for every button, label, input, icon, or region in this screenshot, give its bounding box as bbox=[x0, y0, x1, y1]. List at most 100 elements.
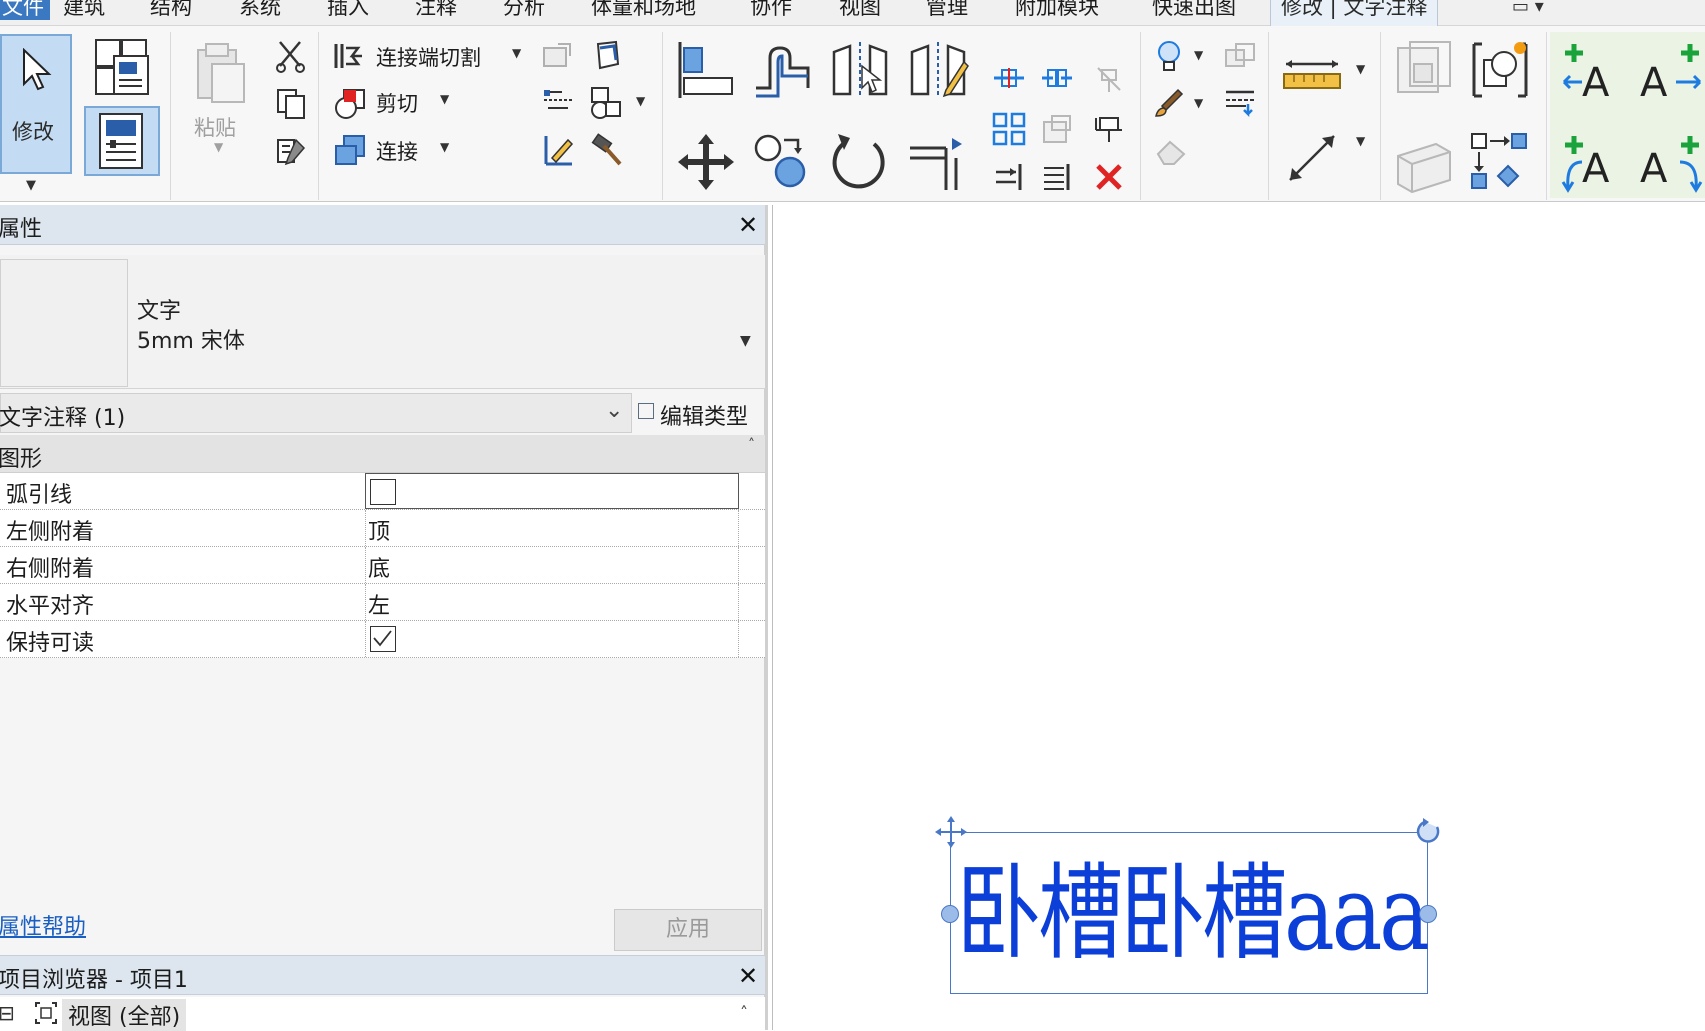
split-element-icon[interactable] bbox=[992, 66, 1026, 90]
add-left-straight-leader-icon[interactable]: A bbox=[1560, 40, 1628, 104]
select-dropdown-arrow[interactable]: ▼ bbox=[26, 178, 36, 193]
create-group-icon[interactable] bbox=[1468, 38, 1532, 102]
tab-manage[interactable]: 管理 bbox=[926, 0, 968, 20]
tab-collaborate[interactable]: 协作 bbox=[750, 0, 792, 20]
trim-extend-corner-icon[interactable] bbox=[906, 130, 970, 194]
paint-icon[interactable] bbox=[588, 84, 634, 122]
tab-massing-site[interactable]: 体量和场地 bbox=[591, 0, 696, 20]
tab-insert[interactable]: 插入 bbox=[327, 0, 369, 20]
param-value-right-attachment[interactable]: 底 bbox=[365, 547, 739, 583]
join-geometry-label[interactable]: 连接 bbox=[376, 136, 418, 166]
cut-geometry-dropdown-arrow[interactable]: ▼ bbox=[440, 92, 449, 106]
param-value-horizontal-align[interactable]: 左 bbox=[365, 584, 739, 620]
ribbon-display-toggle[interactable]: ▭ ▾ bbox=[1512, 0, 1544, 17]
mirror-draw-axis-icon[interactable] bbox=[906, 38, 970, 102]
hammer-icon[interactable] bbox=[590, 132, 626, 168]
scale-icon[interactable] bbox=[1040, 112, 1074, 146]
type-properties-icon[interactable] bbox=[92, 36, 154, 98]
measure-dropdown-arrow[interactable]: ▼ bbox=[1356, 62, 1365, 76]
offset-icon[interactable] bbox=[750, 38, 814, 102]
cope-label[interactable]: 连接端切割 bbox=[376, 42, 481, 72]
measure-ruler-icon[interactable] bbox=[1280, 56, 1344, 96]
eraser-icon[interactable] bbox=[1152, 134, 1188, 168]
move-icon[interactable] bbox=[674, 130, 738, 194]
split-with-gap-icon[interactable] bbox=[1040, 66, 1074, 90]
pin-icon[interactable] bbox=[1092, 112, 1126, 146]
mirror-pick-axis-icon[interactable] bbox=[828, 38, 892, 102]
type-selector-dropdown-icon[interactable]: ▼ bbox=[740, 333, 751, 349]
cope-dropdown-arrow[interactable]: ▼ bbox=[512, 46, 521, 60]
tab-systems[interactable]: 系统 bbox=[239, 0, 281, 20]
aligned-dimension-icon[interactable] bbox=[1280, 126, 1344, 190]
project-browser-close-icon[interactable]: ✕ bbox=[738, 964, 758, 988]
move-handle-icon[interactable] bbox=[934, 815, 968, 849]
dimension-dropdown-arrow[interactable]: ▼ bbox=[1356, 134, 1365, 148]
align-icon[interactable] bbox=[674, 38, 738, 102]
create-parts-icon[interactable] bbox=[1392, 38, 1456, 102]
cut-scissors-icon[interactable] bbox=[274, 38, 308, 74]
modify-button[interactable]: 修改 bbox=[0, 34, 72, 174]
param-value-arc-leaders[interactable] bbox=[365, 473, 739, 509]
cope-icon[interactable] bbox=[332, 40, 368, 72]
tab-analyze[interactable]: 分析 bbox=[503, 0, 545, 20]
drawing-canvas[interactable]: 卧槽卧槽aaa bbox=[772, 205, 1705, 1030]
properties-help-link[interactable]: 属性帮助 bbox=[0, 909, 86, 941]
match-type-brush-icon[interactable] bbox=[274, 134, 308, 170]
trim-extend-multiple-icon[interactable] bbox=[1040, 160, 1074, 194]
tab-annotate[interactable]: 注释 bbox=[415, 0, 457, 20]
array-icon[interactable] bbox=[992, 112, 1026, 146]
instance-filter-dropdown[interactable]: 文字注释 (1) ⌄ bbox=[0, 393, 632, 433]
add-left-arc-leader-icon[interactable]: A bbox=[1560, 132, 1628, 196]
tab-file[interactable]: 文件 bbox=[0, 0, 50, 20]
tab-addins[interactable]: 附加模块 bbox=[1015, 0, 1099, 20]
wall-joins-icon[interactable] bbox=[540, 40, 576, 72]
tab-modify-text-notes[interactable]: 修改 | 文字注释 bbox=[1270, 0, 1439, 26]
filter-lines-icon[interactable] bbox=[1222, 86, 1258, 120]
join-geometry-icon[interactable] bbox=[332, 132, 368, 168]
tab-view[interactable]: 视图 bbox=[839, 0, 881, 20]
properties-close-icon[interactable]: ✕ bbox=[738, 213, 758, 237]
join-geometry-dropdown-arrow[interactable]: ▼ bbox=[440, 140, 449, 154]
delete-icon[interactable] bbox=[1092, 160, 1126, 194]
edit-type-button[interactable]: 编辑类型 bbox=[636, 393, 764, 433]
param-value-keep-readable[interactable] bbox=[365, 621, 739, 657]
right-resize-handle[interactable] bbox=[1419, 905, 1437, 923]
rotate-icon[interactable] bbox=[828, 130, 892, 194]
tab-quick-drawing[interactable]: 快速出图 bbox=[1152, 0, 1236, 20]
rotate-handle-icon[interactable] bbox=[1413, 817, 1443, 847]
tab-architecture[interactable]: 建筑 bbox=[63, 0, 105, 20]
add-right-arc-leader-icon[interactable]: A bbox=[1636, 132, 1704, 196]
tab-structure[interactable]: 结构 bbox=[150, 0, 192, 20]
demolish-icon[interactable] bbox=[590, 38, 626, 72]
paste-dropdown-arrow[interactable]: ▼ bbox=[214, 140, 223, 154]
collapse-caret-icon[interactable]: ˄ bbox=[748, 437, 755, 453]
properties-toggle-button[interactable] bbox=[84, 106, 160, 176]
apply-button[interactable]: 应用 bbox=[614, 909, 762, 951]
copy-icon[interactable] bbox=[274, 86, 308, 122]
create-assembly-icon[interactable] bbox=[1392, 130, 1456, 194]
left-resize-handle[interactable] bbox=[941, 905, 959, 923]
keep-readable-checkbox[interactable] bbox=[370, 626, 396, 652]
split-face-icon[interactable] bbox=[540, 86, 576, 120]
add-right-straight-leader-icon[interactable]: A bbox=[1636, 40, 1704, 104]
cut-geometry-label[interactable]: 剪切 bbox=[376, 88, 418, 118]
beam-column-joins-icon[interactable] bbox=[540, 132, 576, 168]
copy-element-icon[interactable] bbox=[750, 130, 814, 194]
hide-in-view-dropdown-arrow[interactable]: ▼ bbox=[1194, 48, 1203, 62]
arc-leaders-checkbox[interactable] bbox=[370, 479, 396, 505]
type-selector[interactable]: 文字 5mm 宋体 ▼ bbox=[0, 255, 765, 389]
linework-dropdown-arrow[interactable]: ▼ bbox=[1194, 96, 1203, 110]
trim-extend-single-icon[interactable] bbox=[992, 160, 1026, 194]
hide-in-view-bulb-icon[interactable] bbox=[1152, 38, 1186, 76]
tree-collapse-toggle-icon[interactable]: ⊟ bbox=[0, 1001, 15, 1025]
param-value-left-attachment[interactable]: 顶 bbox=[365, 510, 739, 546]
create-similar-icon[interactable] bbox=[1468, 130, 1532, 194]
text-note-selection-box[interactable]: 卧槽卧槽aaa bbox=[950, 832, 1430, 994]
paste-clipboard-icon[interactable] bbox=[192, 40, 248, 106]
text-note-content[interactable]: 卧槽卧槽aaa bbox=[956, 843, 1430, 983]
override-graphics-icon[interactable] bbox=[1222, 40, 1258, 72]
scroll-up-icon[interactable]: ˄ bbox=[740, 1003, 748, 1022]
unpin-icon[interactable] bbox=[1092, 62, 1126, 94]
linework-brush-icon[interactable] bbox=[1152, 86, 1186, 120]
paint-dropdown-arrow[interactable]: ▼ bbox=[636, 94, 645, 108]
